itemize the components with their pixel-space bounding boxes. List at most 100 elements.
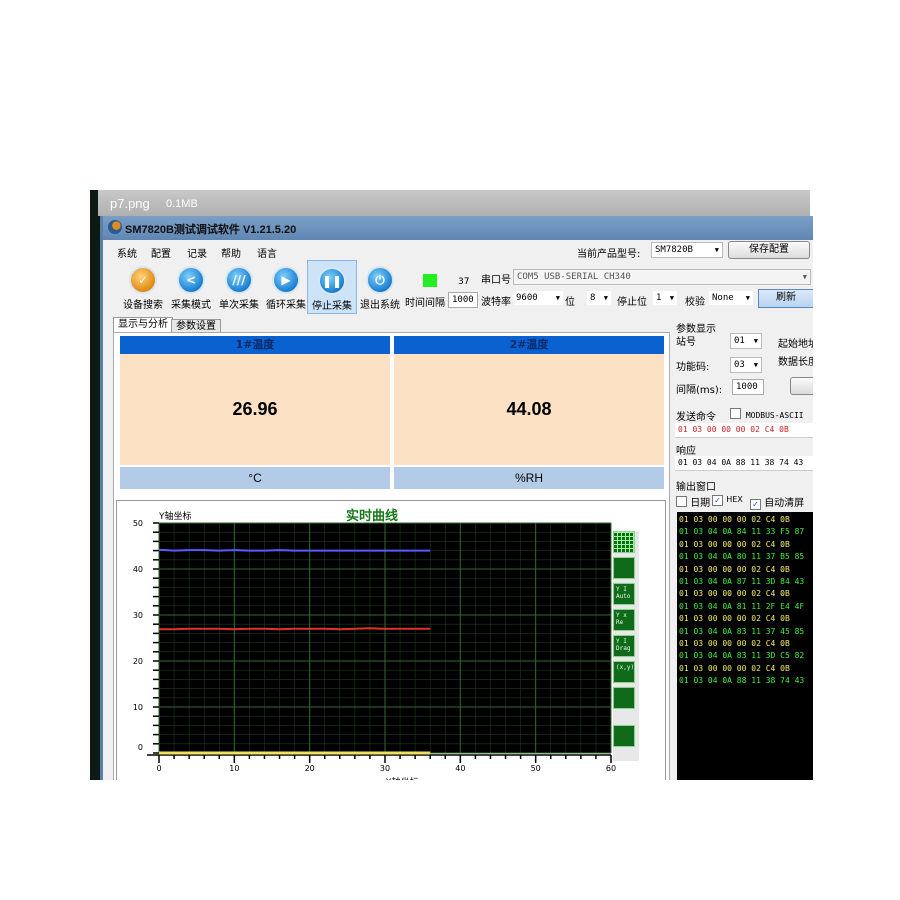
loop-sample-button[interactable]: ▶ 循环采集 — [261, 260, 311, 314]
y-axis-label: Y轴坐标 — [158, 510, 192, 522]
log-line: 01 03 04 0A 84 11 33 F5 87 — [679, 527, 805, 537]
background-window — [90, 190, 100, 780]
realtime-chart: 实时曲线 Y轴坐标 X轴坐标 0 10 20 30 40 50 60 0 10 20 30 40 50 … — [116, 500, 666, 780]
card-value: 44.08 — [394, 354, 664, 465]
chart-canvas: 实时曲线 Y轴坐标 X轴坐标 0 10 20 30 40 50 60 0 10 20 30 40 50 — [133, 508, 616, 780]
series-line-1# — [159, 627, 431, 631]
output-log[interactable]: 01 03 00 00 00 02 C4 0B 01 03 04 0A 84 11… — [677, 512, 813, 780]
checkbox-icon — [730, 408, 741, 419]
image-viewer-bar: p7.png 0.1MB — [98, 190, 810, 216]
parity-select[interactable]: None ▼ — [709, 291, 753, 305]
date-checkbox[interactable]: 日期 — [676, 494, 710, 509]
play-icon: ▶ — [272, 266, 300, 294]
baud-select[interactable]: 9600 ▼ — [513, 291, 563, 305]
zoom-box-icon[interactable] — [613, 557, 635, 579]
send-button[interactable] — [790, 377, 813, 395]
data-bits-select[interactable]: 8 ▼ — [587, 291, 611, 305]
baud-label: 波特率 — [481, 297, 511, 308]
port-select[interactable]: COM5 USB-SERIAL CH340 ▼ — [513, 269, 811, 285]
date-label: 日期 — [690, 498, 711, 509]
chevron-down-icon: ▼ — [753, 361, 758, 369]
data-bits-value: 8 — [590, 293, 596, 303]
x-tick-label: 20 — [305, 764, 315, 773]
log-line: 01 03 04 0A 83 11 37 45 85 — [679, 626, 805, 636]
xy-cursor-icon[interactable]: (x,y) — [613, 661, 635, 683]
log-line: 01 03 00 00 00 02 C4 0B — [679, 515, 790, 524]
auto-clear-label: 自动清屏 — [764, 498, 805, 509]
export-icon[interactable] — [613, 687, 635, 709]
y-drag-icon[interactable]: Y I Drag — [613, 635, 635, 657]
start-address-label: 起始地址 — [778, 339, 813, 350]
card-value: 26.96 — [120, 354, 390, 465]
data-bits-label: 位 — [565, 297, 575, 308]
single-sample-icon: /// — [225, 266, 253, 294]
device-search-icon: ✓ — [129, 266, 157, 294]
app-logo-icon — [108, 220, 122, 234]
tool-label: 采集模式 — [171, 300, 211, 311]
y-reset-icon[interactable]: Y x Re — [613, 609, 635, 631]
chevron-down-icon: ▼ — [603, 294, 608, 302]
log-line: 01 03 00 00 00 02 C4 0B — [679, 589, 790, 599]
chevron-down-icon: ▼ — [669, 294, 674, 302]
product-select[interactable]: SM7820B ▼ — [651, 242, 723, 258]
log-line: 01 03 00 00 00 02 C4 0B — [679, 614, 790, 624]
device-search-button[interactable]: ✓ 设备搜索 — [118, 260, 168, 314]
log-line: 01 03 04 0A 87 11 3D 84 43 — [679, 577, 805, 587]
blank-icon[interactable] — [613, 725, 635, 747]
log-line: 01 03 00 00 00 02 C4 0B — [679, 663, 790, 673]
status-led — [423, 274, 437, 287]
viewer-filesize: 0.1MB — [166, 198, 198, 210]
card-title: 1#温度 — [120, 336, 390, 354]
stop-bits-label: 停止位 — [617, 297, 647, 308]
send-command-input[interactable] — [675, 423, 813, 438]
interval-ms-input[interactable] — [732, 379, 764, 395]
menu-config[interactable]: 配置 — [151, 245, 171, 260]
title-bar: SM7820B测试调试软件 V1.21.5.20 — [103, 216, 813, 240]
stop-bits-select[interactable]: 1 ▼ — [653, 291, 677, 305]
function-code-value: 03 — [734, 360, 745, 370]
interval-input[interactable] — [448, 292, 478, 308]
hex-checkbox[interactable]: ✓ HEX — [712, 494, 743, 506]
station-value: 01 — [734, 336, 745, 346]
card-title: 2#温度 — [394, 336, 664, 354]
y-auto-icon[interactable]: Y I Auto — [613, 583, 635, 605]
sample-mode-button[interactable]: < 采集模式 — [166, 260, 216, 314]
send-command-label: 发送命令 — [676, 412, 716, 423]
station-select[interactable]: 01 ▼ — [730, 333, 762, 349]
sensor-card-2: 2#温度 44.08 %RH — [394, 336, 664, 489]
exit-system-button[interactable]: ⏻ 退出系统 — [355, 260, 405, 314]
log-line: 01 03 00 00 00 02 C4 0B — [679, 639, 790, 649]
chevron-down-icon: ▼ — [745, 294, 750, 302]
save-config-button[interactable]: 保存配置 — [728, 241, 810, 259]
single-sample-button[interactable]: /// 单次采集 — [214, 260, 264, 314]
modbus-ascii-checkbox[interactable]: MODBUS-ASCII — [730, 408, 804, 420]
product-value: SM7820B — [655, 245, 693, 255]
tool-label: 单次采集 — [219, 300, 259, 311]
x-tick-label: 10 — [229, 764, 239, 773]
port-value: COM5 USB-SERIAL CH340 — [517, 272, 631, 282]
checkmark-icon: ✓ — [750, 499, 761, 510]
y-tick-label: 50 — [133, 519, 143, 528]
log-line: 01 03 00 00 00 02 C4 0B — [679, 564, 790, 574]
menu-system[interactable]: 系统 — [117, 245, 137, 260]
tool-label: 循环采集 — [266, 300, 306, 311]
function-code-select[interactable]: 03 ▼ — [730, 357, 762, 373]
response-field[interactable] — [675, 456, 813, 471]
menu-bar: 系统 配置 记录 帮助 语言 当前产品型号: SM7820B ▼ 保存配置 — [103, 240, 813, 260]
menu-record[interactable]: 记录 — [187, 245, 207, 260]
parity-label: 校验 — [685, 297, 705, 308]
refresh-button[interactable]: 刷新 — [758, 289, 813, 308]
stop-sample-button[interactable]: ❚❚ 停止采集 — [307, 260, 357, 314]
card-unit: °C — [120, 467, 390, 489]
x-axis-label: X轴坐标 — [385, 776, 418, 780]
menu-language[interactable]: 语言 — [257, 245, 277, 260]
menu-help[interactable]: 帮助 — [221, 245, 241, 260]
grid-icon[interactable] — [613, 531, 635, 553]
chart-tool-column: Y I Auto Y x Re Y I Drag (x,y) — [613, 531, 639, 761]
right-panel: 参数显示 站号 01▼ 起始地址 功能码: 03▼ 数据长度 间隔(ms): 发… — [670, 316, 813, 780]
x-tick-label: 60 — [606, 764, 616, 773]
parity-value: None — [712, 293, 734, 303]
y-tick-label: 10 — [133, 703, 143, 712]
auto-clear-checkbox[interactable]: ✓ 自动清屏 — [750, 494, 804, 510]
log-line: 01 03 04 0A 83 11 3D C5 82 — [679, 651, 805, 661]
